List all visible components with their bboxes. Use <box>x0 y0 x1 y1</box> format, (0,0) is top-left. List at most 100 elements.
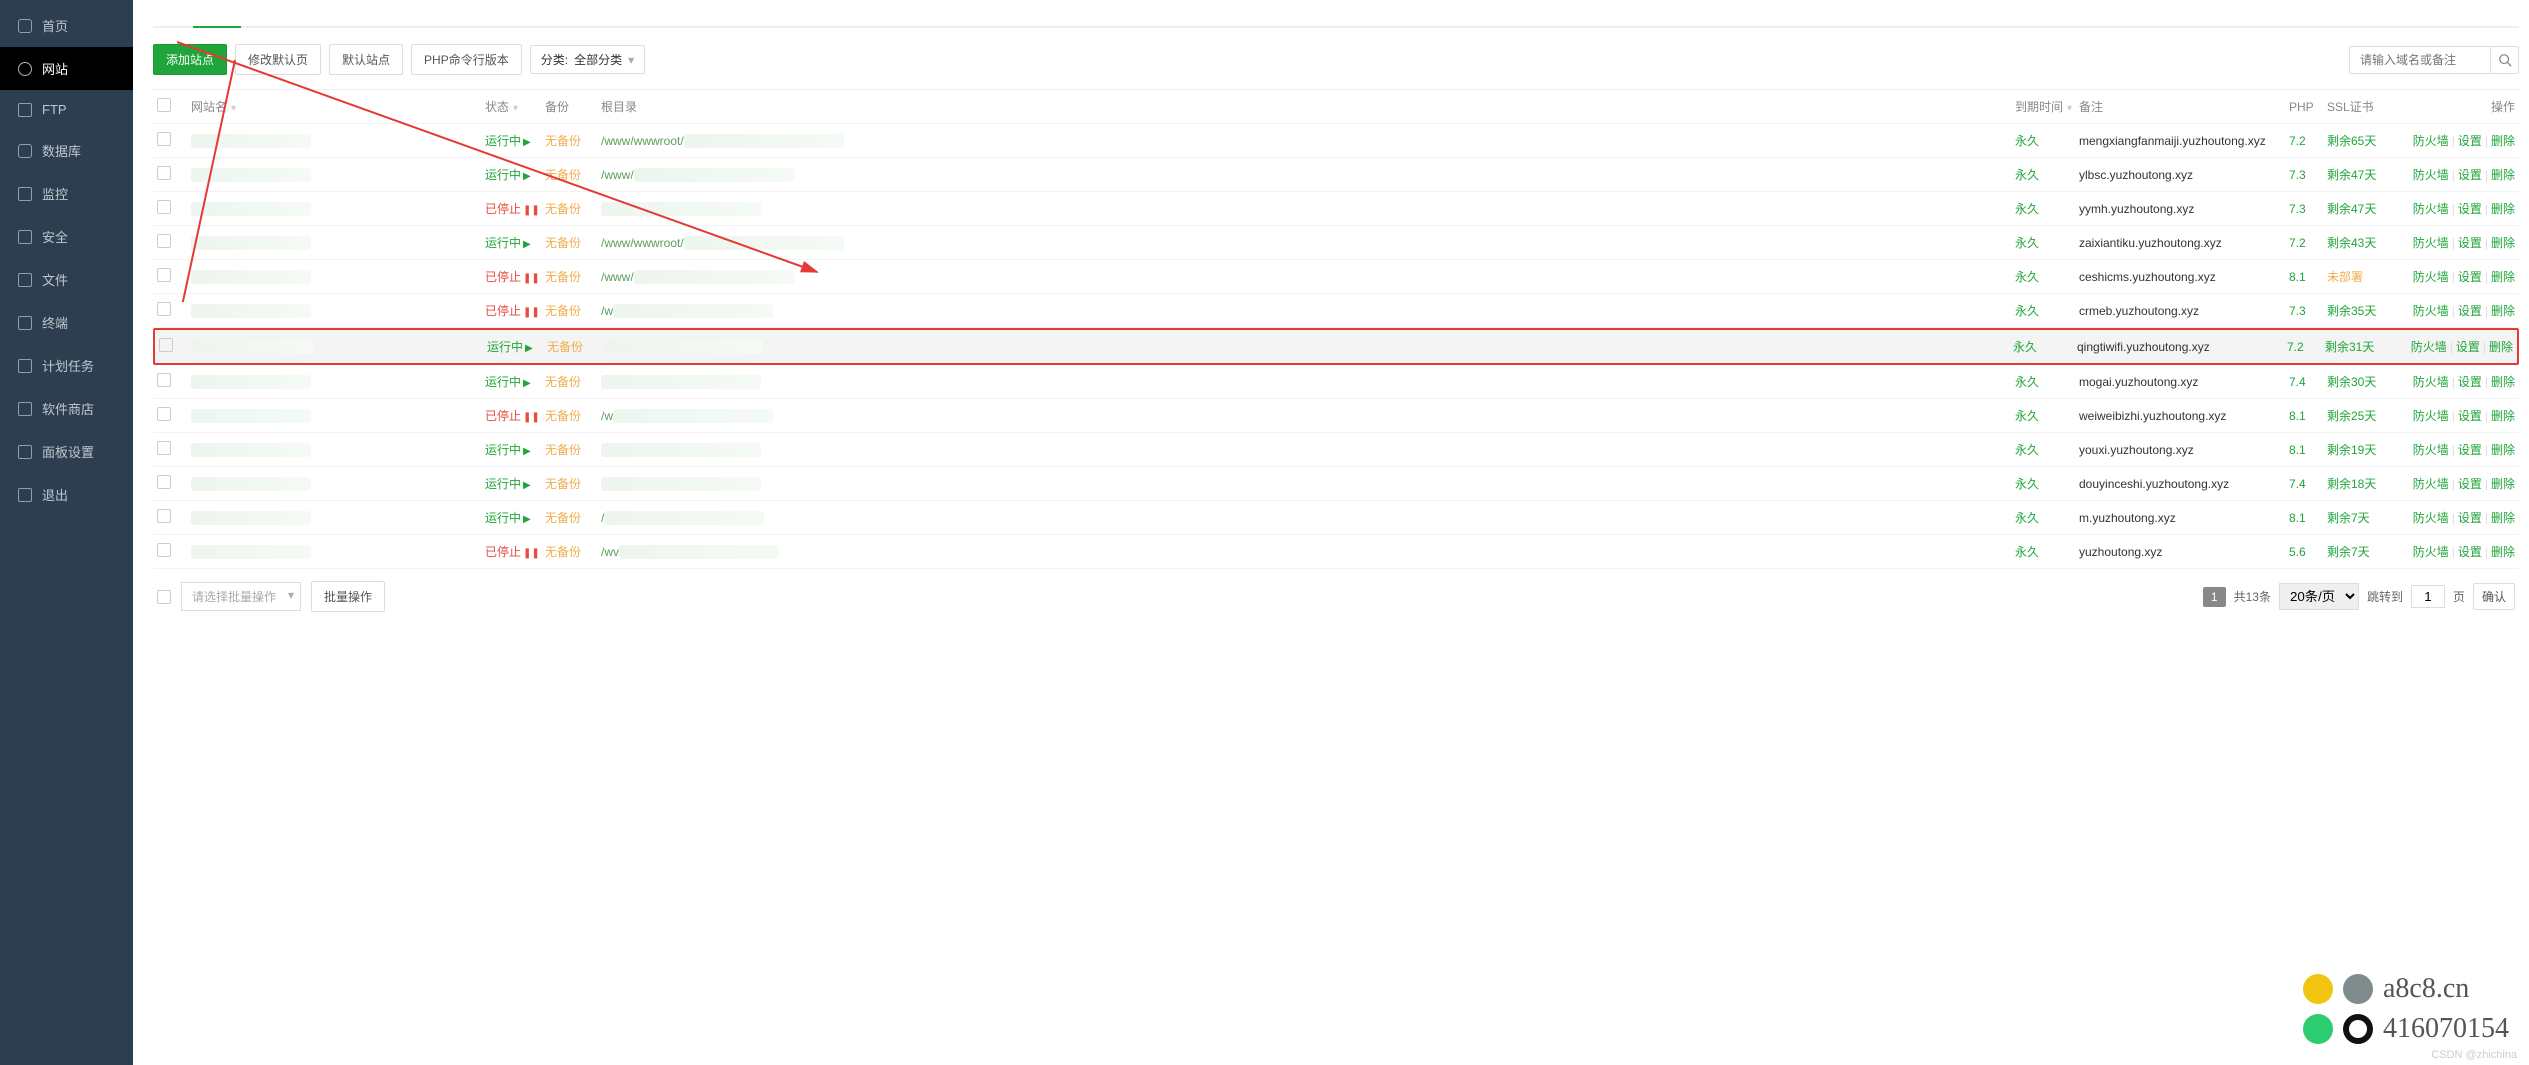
search-icon[interactable] <box>2490 47 2518 73</box>
site-name[interactable] <box>193 340 313 354</box>
settings-link[interactable]: 设置 <box>2458 545 2482 559</box>
firewall-link[interactable]: 防火墙 <box>2413 304 2449 318</box>
root-dir-cell[interactable]: /wv <box>601 545 2015 559</box>
php-cell[interactable]: 7.3 <box>2289 202 2327 216</box>
sidebar-item-term[interactable]: 终端 <box>0 301 133 344</box>
site-name[interactable] <box>191 375 311 389</box>
batch-action-button[interactable]: 批量操作 <box>311 581 385 612</box>
ssl-cell[interactable]: 未部署 <box>2327 268 2405 285</box>
jump-page-input[interactable] <box>2411 585 2445 608</box>
settings-link[interactable]: 设置 <box>2458 443 2482 457</box>
ssl-cell[interactable]: 剩余47天 <box>2327 166 2405 183</box>
delete-link[interactable]: 删除 <box>2491 409 2515 423</box>
status-cell[interactable]: 已停止❚❚ <box>485 407 545 424</box>
sidebar-item-globe[interactable]: 网站 <box>0 47 133 90</box>
delete-link[interactable]: 删除 <box>2491 202 2515 216</box>
php-cell[interactable]: 7.2 <box>2289 134 2327 148</box>
row-checkbox[interactable] <box>157 268 171 282</box>
php-cell[interactable]: 8.1 <box>2289 270 2327 284</box>
backup-cell[interactable]: 无备份 <box>545 234 601 251</box>
status-cell[interactable]: 运行中▶ <box>485 234 545 251</box>
site-name[interactable] <box>191 443 311 457</box>
row-checkbox[interactable] <box>157 441 171 455</box>
php-cli-version-button[interactable]: PHP命令行版本 <box>411 44 522 75</box>
per-page-select[interactable]: 20条/页 <box>2279 583 2359 610</box>
ssl-cell[interactable]: 剩余7天 <box>2327 509 2405 526</box>
backup-cell[interactable]: 无备份 <box>545 509 601 526</box>
ssl-cell[interactable]: 剩余31天 <box>2325 338 2403 355</box>
root-dir-cell[interactable] <box>601 202 2015 216</box>
delete-link[interactable]: 删除 <box>2491 375 2515 389</box>
row-checkbox[interactable] <box>157 166 171 180</box>
backup-cell[interactable]: 无备份 <box>545 200 601 217</box>
firewall-link[interactable]: 防火墙 <box>2413 202 2449 216</box>
root-dir-cell[interactable]: /www/wwwroot/ <box>601 134 2015 148</box>
php-cell[interactable]: 7.2 <box>2289 236 2327 250</box>
ssl-cell[interactable]: 剩余43天 <box>2327 234 2405 251</box>
sidebar-item-store[interactable]: 软件商店 <box>0 387 133 430</box>
delete-link[interactable]: 删除 <box>2491 236 2515 250</box>
firewall-link[interactable]: 防火墙 <box>2413 168 2449 182</box>
php-cell[interactable]: 7.2 <box>2287 340 2325 354</box>
site-name[interactable] <box>191 545 311 559</box>
firewall-link[interactable]: 防火墙 <box>2413 477 2449 491</box>
php-cell[interactable]: 7.4 <box>2289 375 2327 389</box>
backup-cell[interactable]: 无备份 <box>545 302 601 319</box>
status-cell[interactable]: 运行中▶ <box>485 166 545 183</box>
row-checkbox[interactable] <box>157 509 171 523</box>
php-cell[interactable]: 7.4 <box>2289 477 2327 491</box>
settings-link[interactable]: 设置 <box>2458 375 2482 389</box>
row-checkbox[interactable] <box>159 338 173 352</box>
delete-link[interactable]: 删除 <box>2491 270 2515 284</box>
settings-link[interactable]: 设置 <box>2458 134 2482 148</box>
site-name[interactable] <box>191 477 311 491</box>
status-cell[interactable]: 运行中▶ <box>487 338 547 355</box>
header-name[interactable]: 网站名 <box>191 100 227 114</box>
status-cell[interactable]: 已停止❚❚ <box>485 200 545 217</box>
ssl-cell[interactable]: 剩余19天 <box>2327 441 2405 458</box>
php-cell[interactable]: 8.1 <box>2289 409 2327 423</box>
php-cell[interactable]: 5.6 <box>2289 545 2327 559</box>
firewall-link[interactable]: 防火墙 <box>2411 340 2447 354</box>
firewall-link[interactable]: 防火墙 <box>2413 545 2449 559</box>
sidebar-item-sec[interactable]: 安全 <box>0 215 133 258</box>
backup-cell[interactable]: 无备份 <box>545 543 601 560</box>
firewall-link[interactable]: 防火墙 <box>2413 134 2449 148</box>
settings-link[interactable]: 设置 <box>2456 340 2480 354</box>
root-dir-cell[interactable]: /www/ <box>601 168 2015 182</box>
category-select[interactable]: 分类: 全部分类 ▾ <box>530 45 645 74</box>
row-checkbox[interactable] <box>157 234 171 248</box>
select-all-checkbox[interactable] <box>157 98 171 112</box>
site-name[interactable] <box>191 202 311 216</box>
site-name[interactable] <box>191 134 311 148</box>
status-cell[interactable]: 已停止❚❚ <box>485 543 545 560</box>
site-name[interactable] <box>191 409 311 423</box>
settings-link[interactable]: 设置 <box>2458 304 2482 318</box>
backup-cell[interactable]: 无备份 <box>545 132 601 149</box>
row-checkbox[interactable] <box>157 132 171 146</box>
delete-link[interactable]: 删除 <box>2491 511 2515 525</box>
root-dir-cell[interactable]: /www/ <box>601 270 2015 284</box>
row-checkbox[interactable] <box>157 543 171 557</box>
row-checkbox[interactable] <box>157 200 171 214</box>
backup-cell[interactable]: 无备份 <box>545 475 601 492</box>
root-dir-cell[interactable] <box>603 340 2013 354</box>
firewall-link[interactable]: 防火墙 <box>2413 375 2449 389</box>
site-name[interactable] <box>191 168 311 182</box>
delete-link[interactable]: 删除 <box>2491 477 2515 491</box>
settings-link[interactable]: 设置 <box>2458 409 2482 423</box>
ssl-cell[interactable]: 剩余35天 <box>2327 302 2405 319</box>
php-cell[interactable]: 7.3 <box>2289 168 2327 182</box>
delete-link[interactable]: 删除 <box>2489 340 2513 354</box>
delete-link[interactable]: 删除 <box>2491 545 2515 559</box>
backup-cell[interactable]: 无备份 <box>545 441 601 458</box>
sidebar-item-exit[interactable]: 退出 <box>0 473 133 516</box>
root-dir-cell[interactable] <box>601 375 2015 389</box>
sidebar-item-ftp[interactable]: FTP <box>0 90 133 129</box>
sidebar-item-db[interactable]: 数据库 <box>0 129 133 172</box>
settings-link[interactable]: 设置 <box>2458 511 2482 525</box>
php-cell[interactable]: 7.3 <box>2289 304 2327 318</box>
status-cell[interactable]: 运行中▶ <box>485 373 545 390</box>
sidebar-item-home[interactable]: 首页 <box>0 4 133 47</box>
sidebar-item-cron[interactable]: 计划任务 <box>0 344 133 387</box>
